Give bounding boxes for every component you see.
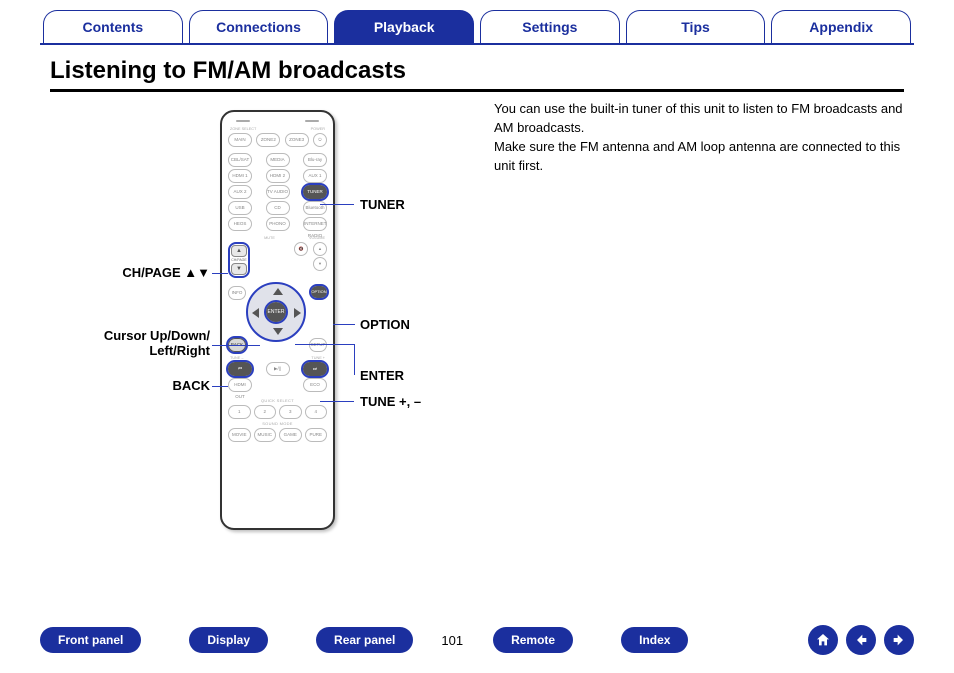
body-p1: You can use the built-in tuner of this u… <box>494 100 904 138</box>
tabs-underline <box>40 43 914 45</box>
btn-quick3: 3 <box>279 405 302 419</box>
btn-info: INFO <box>228 286 246 300</box>
btn-game: GAME <box>279 428 302 442</box>
tab-playback[interactable]: Playback <box>334 10 474 43</box>
vol-down-icon: ▼ <box>313 257 327 271</box>
callout-tune: TUNE +, – <box>360 394 421 409</box>
btn-internet: INTERNET RADIO <box>303 217 327 231</box>
page-title: Listening to FM/AM broadcasts <box>50 57 904 85</box>
btn-option: OPTION <box>311 286 327 298</box>
btn-zone3: ZONE3 <box>285 133 309 147</box>
btn-aux2: AUX 2 <box>228 185 252 199</box>
btn-media: MEDIA PLAYER <box>266 153 290 167</box>
tab-contents[interactable]: Contents <box>43 10 183 43</box>
btn-zone2: ZONE2 <box>256 133 280 147</box>
btn-quick2: 2 <box>254 405 277 419</box>
nav-front-panel[interactable]: Front panel <box>40 627 141 653</box>
next-page-icon[interactable] <box>884 625 914 655</box>
cursor-up-icon <box>273 288 283 295</box>
btn-eco: ECO <box>303 378 327 392</box>
btn-cd: CD <box>266 201 290 215</box>
body-text: You can use the built-in tuner of this u… <box>480 100 904 560</box>
tab-appendix[interactable]: Appendix <box>771 10 911 43</box>
callout-back: BACK <box>80 378 210 393</box>
vol-up-icon: ▲ <box>313 242 327 256</box>
home-icon[interactable] <box>808 625 838 655</box>
prev-page-icon[interactable] <box>846 625 876 655</box>
btn-phono: PHONO <box>266 217 290 231</box>
btn-tune-minus: ⏮ <box>228 362 252 376</box>
btn-quick4: 4 <box>305 405 328 419</box>
power-icon: ⏻ <box>313 133 327 147</box>
btn-bluray: Blu-ray <box>303 153 327 167</box>
top-tabs: Contents Connections Playback Settings T… <box>0 0 954 43</box>
btn-play-pause: ▶/∥ <box>266 362 290 376</box>
btn-tune-plus: ⏭ <box>303 362 327 376</box>
callout-enter: ENTER <box>360 368 404 383</box>
bottom-nav: Front panel Display Rear panel 101 Remot… <box>0 625 954 655</box>
callout-chpage: CH/PAGE ▲▼ <box>80 265 210 280</box>
remote-diagram: ZONE SELECTPOWER MAIN ZONE2 ZONE3 ⏻ CBL/… <box>50 100 480 560</box>
btn-tvaudio: TV AUDIO <box>266 185 290 199</box>
btn-enter: ENTER <box>266 302 286 322</box>
btn-heos: HEOS <box>228 217 252 231</box>
cursor-down-icon <box>273 328 283 335</box>
chpage-group: ▲ CH/PAGE ▼ <box>228 242 250 278</box>
tab-tips[interactable]: Tips <box>626 10 766 43</box>
btn-music: MUSIC <box>254 428 277 442</box>
btn-quick1: 1 <box>228 405 251 419</box>
btn-aux1: AUX 1 <box>303 169 327 183</box>
tab-settings[interactable]: Settings <box>480 10 620 43</box>
nav-index[interactable]: Index <box>621 627 688 653</box>
btn-cbl: CBL/SAT <box>228 153 252 167</box>
chpage-up-icon: ▲ <box>231 245 247 257</box>
callout-tuner: TUNER <box>360 197 405 212</box>
btn-hdmi1: HDMI 1 <box>228 169 252 183</box>
remote-outline: ZONE SELECTPOWER MAIN ZONE2 ZONE3 ⏻ CBL/… <box>220 110 335 530</box>
tab-connections[interactable]: Connections <box>189 10 329 43</box>
body-p2: Make sure the FM antenna and AM loop ant… <box>494 138 904 176</box>
btn-hdmi-out: HDMI OUT <box>228 378 252 392</box>
btn-hdmi2: HDMI 2 <box>266 169 290 183</box>
btn-usb: USB <box>228 201 252 215</box>
btn-tuner: TUNER <box>303 185 327 199</box>
btn-pure: PURE <box>305 428 328 442</box>
cursor-left-icon <box>252 308 259 318</box>
triangle-up-down-icon: ▲▼ <box>184 265 210 280</box>
mute-icon: 🔇 <box>294 242 308 256</box>
chpage-down-icon: ▼ <box>231 263 247 275</box>
btn-setup: SETUP <box>309 338 327 352</box>
btn-main: MAIN <box>228 133 252 147</box>
btn-movie: MOVIE <box>228 428 251 442</box>
nav-display[interactable]: Display <box>189 627 268 653</box>
nav-remote[interactable]: Remote <box>493 627 573 653</box>
callout-option: OPTION <box>360 317 410 332</box>
page-number: 101 <box>441 633 463 648</box>
callout-cursor: Cursor Up/Down/ Left/Right <box>80 328 210 358</box>
cursor-right-icon <box>294 308 301 318</box>
nav-rear-panel[interactable]: Rear panel <box>316 627 413 653</box>
